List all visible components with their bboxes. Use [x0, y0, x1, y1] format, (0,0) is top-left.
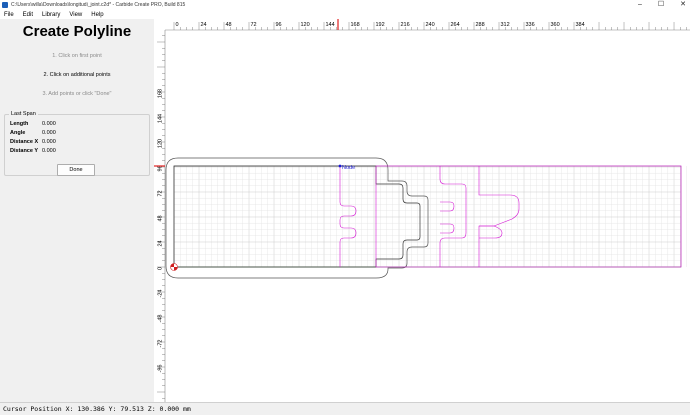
ruler-y-label: 144 [158, 114, 164, 123]
length-row: Length 0.000 [10, 121, 56, 129]
app-icon [2, 2, 8, 8]
ruler-x-label: 144 [326, 22, 335, 28]
node-marker[interactable] [338, 164, 342, 168]
ruler-x-label: 192 [376, 22, 385, 28]
distance-y-row: Distance Y 0.000 [10, 148, 56, 156]
menu-bar: File Edit Library View Help [0, 10, 690, 19]
ruler-top [154, 19, 690, 30]
step-2: 2. Click on additional points [43, 72, 111, 78]
ruler-x-label: 312 [501, 22, 510, 28]
ruler-x-label: 240 [426, 22, 435, 28]
ruler-y-label: 120 [158, 139, 164, 148]
menu-view[interactable]: View [69, 12, 82, 18]
ruler-x-label: 168 [351, 22, 360, 28]
window-controls: – ☐ ✕ [638, 0, 686, 10]
angle-value: 0.000 [42, 130, 56, 136]
ruler-y-label: 168 [158, 89, 164, 98]
node-label: Node [342, 165, 355, 171]
menu-help[interactable]: Help [91, 12, 103, 18]
angle-label: Angle [10, 130, 26, 136]
origin-icon [170, 263, 178, 271]
ruler-x-label: 72 [251, 22, 257, 28]
tool-panel: Create Polyline 1. Click on first point … [0, 19, 155, 402]
ruler-x-label: 96 [276, 22, 282, 28]
ruler-x-label: 48 [226, 22, 232, 28]
menu-file[interactable]: File [4, 12, 14, 18]
design-canvas[interactable]: 0 24 48 72 96 120 144 168 192 216 240 264 288 312 336 3… [154, 19, 690, 402]
ruler-y-label: 72 [158, 190, 164, 196]
ruler-x-label: 384 [576, 22, 585, 28]
length-value: 0.000 [42, 121, 56, 127]
close-icon[interactable]: ✕ [680, 0, 686, 10]
canvas-svg[interactable]: 0 24 48 72 96 120 144 168 192 216 240 264 288 312 336 3… [154, 19, 690, 402]
status-bar: Cursor Position X: 130.386 Y: 79.513 Z: … [0, 402, 690, 415]
step-1: 1. Click on first point [52, 53, 102, 59]
angle-row: Angle 0.000 [10, 130, 56, 138]
panel-title: Create Polyline [22, 23, 132, 40]
ruler-x-label: 0 [176, 22, 179, 28]
ruler-x-label: 336 [526, 22, 535, 28]
distance-x-value: 0.000 [42, 139, 56, 145]
ruler-y-label: -72 [158, 340, 164, 348]
ruler-y-label: -48 [158, 315, 164, 323]
menu-library[interactable]: Library [42, 12, 60, 18]
distance-y-value: 0.000 [42, 148, 56, 154]
ruler-y-label: 24 [158, 240, 164, 246]
last-span-label: Last Span [9, 111, 38, 117]
ruler-x-label: 288 [476, 22, 485, 28]
ruler-x-label: 24 [201, 22, 207, 28]
minimize-icon[interactable]: – [638, 0, 642, 10]
window-title: C:\Users\willa\Downloads\longitudi_joint… [11, 2, 186, 8]
distance-x-label: Distance X [10, 139, 39, 145]
cursor-position-text: Cursor Position X: 130.386 Y: 79.513 Z: … [3, 405, 191, 413]
ruler-y-label: 48 [158, 215, 164, 221]
title-bar: C:\Users\willa\Downloads\longitudi_joint… [0, 0, 690, 10]
menu-edit[interactable]: Edit [23, 12, 33, 18]
distance-y-label: Distance Y [10, 148, 39, 154]
ruler-y-label: -24 [158, 290, 164, 298]
ruler-x-label: 360 [551, 22, 560, 28]
maximize-icon[interactable]: ☐ [658, 0, 664, 10]
step-3: 3. Add points or click "Done" [42, 91, 112, 97]
ruler-x-label: 216 [401, 22, 410, 28]
done-button[interactable]: Done [57, 164, 95, 176]
ruler-x-label: 264 [451, 22, 460, 28]
ruler-y-label: -96 [158, 365, 164, 373]
length-label: Length [10, 121, 29, 127]
ruler-y-label: 0 [158, 267, 164, 270]
distance-x-row: Distance X 0.000 [10, 139, 56, 147]
ruler-x-label: 120 [301, 22, 310, 28]
